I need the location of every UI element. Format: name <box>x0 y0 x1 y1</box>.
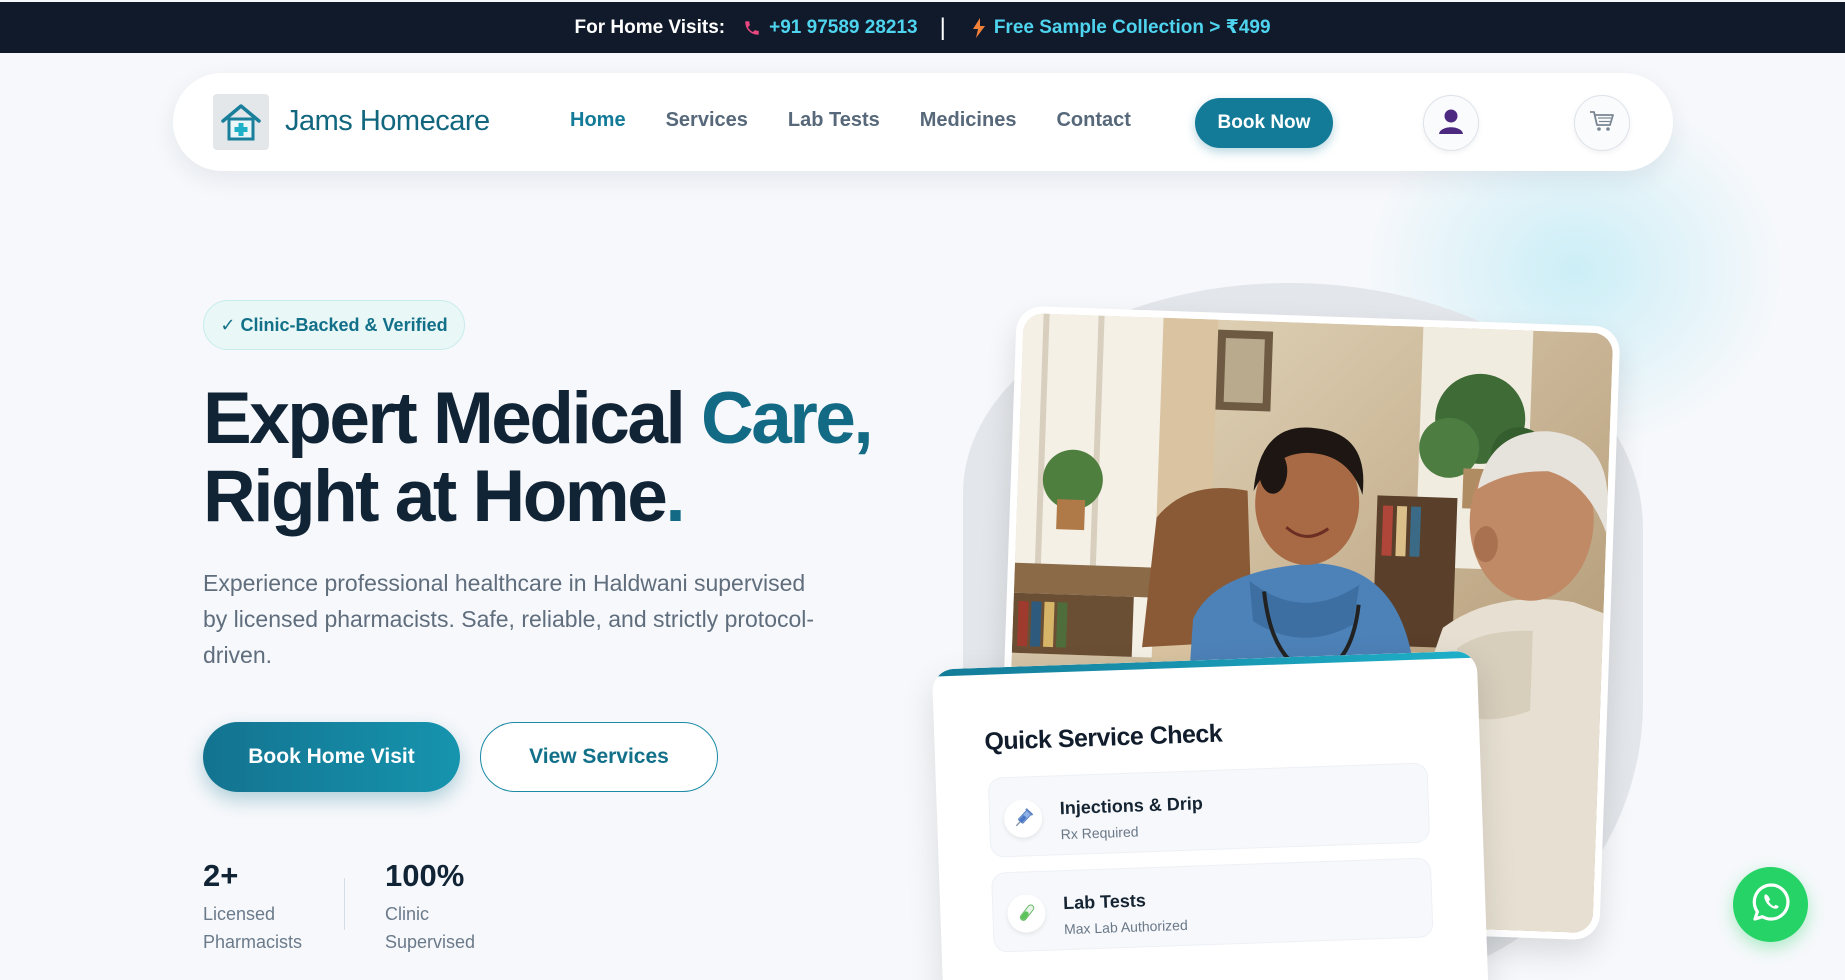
quick-service-item-title: Lab Tests <box>1062 890 1147 914</box>
syringe-icon <box>1003 798 1043 839</box>
stat-label: Clinic Supervised <box>385 900 475 956</box>
hero-title-line-1: Expert Medical Care, <box>203 378 874 459</box>
hero-title-word: Right <box>203 456 395 537</box>
hero-title-punctuation: . <box>665 456 685 537</box>
whatsapp-icon <box>1750 881 1792 928</box>
nav-link-lab-tests[interactable]: Lab Tests <box>788 109 880 132</box>
view-services-button[interactable]: View Services <box>480 722 718 792</box>
hero-title: Expert Medical Care, Right at Home. <box>203 378 874 536</box>
user-icon <box>1436 106 1466 141</box>
hero-title-line-2: Right at Home. <box>203 458 871 536</box>
stat-value: 2+ <box>203 858 239 893</box>
nav-link-medicines[interactable]: Medicines <box>920 109 1017 132</box>
quick-service-item-subtitle: Max Lab Authorized <box>1063 916 1188 938</box>
test-tube-icon <box>1006 893 1047 934</box>
bolt-icon <box>972 17 986 38</box>
main-navbar: Jams Homecare Home Services Lab Tests Me… <box>173 73 1673 171</box>
stat-pharmacists: 2+ Licensed Pharmacists <box>203 858 302 956</box>
stat-label: Licensed Pharmacists <box>203 900 302 956</box>
topbar-divider: | <box>939 13 946 41</box>
quick-service-item-title: Injections & Drip <box>1059 793 1204 819</box>
free-sample-promo-link[interactable]: Free Sample Collection > ₹499 <box>994 16 1271 39</box>
book-now-button[interactable]: Book Now <box>1195 98 1333 148</box>
quick-service-item-injections[interactable]: Injections & Drip Rx Required <box>987 762 1431 858</box>
user-profile-button[interactable] <box>1423 95 1479 151</box>
nav-link-home[interactable]: Home <box>570 109 626 132</box>
book-home-visit-button[interactable]: Book Home Visit <box>203 722 460 792</box>
quick-service-item-lab-tests[interactable]: Lab Tests Max Lab Authorized <box>991 857 1434 953</box>
hero-title-word: Home <box>472 456 667 537</box>
stat-value: 100% <box>385 858 465 893</box>
brand-name[interactable]: Jams Homecare <box>285 105 490 138</box>
nav-link-services[interactable]: Services <box>666 109 748 132</box>
stat-clinic-supervised: 100% Clinic Supervised <box>385 858 475 956</box>
quick-service-check-card: Quick Service Check Injections & Drip Rx… <box>931 650 1490 980</box>
hero-description: Experience professional healthcare in Ha… <box>203 570 815 668</box>
stat-label-line: Pharmacists <box>203 932 303 952</box>
stat-divider <box>344 878 345 930</box>
hero-title-accent-word: Care <box>701 378 856 459</box>
phone-icon <box>743 19 761 37</box>
hero-title-punctuation: , <box>853 378 873 459</box>
home-visits-label: For Home Visits: <box>574 16 726 38</box>
hero-title-word: at <box>394 456 473 537</box>
clinic-verified-badge: ✓ Clinic-Backed & Verified <box>203 300 465 350</box>
quick-service-item-subtitle: Rx Required <box>1060 823 1139 843</box>
stat-label-line: Clinic <box>385 904 430 924</box>
top-announcement-bar: For Home Visits: +91 97589 28213 | Free … <box>0 2 1845 53</box>
hero-title-word: Expert <box>203 378 433 459</box>
nav-link-contact[interactable]: Contact <box>1056 109 1130 132</box>
home-plus-logo-icon[interactable] <box>213 94 269 150</box>
cart-button[interactable] <box>1574 95 1630 151</box>
quick-service-title: Quick Service Check <box>983 719 1223 756</box>
cart-icon <box>1589 109 1615 138</box>
stat-label-line: Supervised <box>385 932 476 952</box>
stat-label-line: Licensed <box>203 904 276 924</box>
nav-links: Home Services Lab Tests Medicines Contac… <box>570 109 1131 132</box>
hero-title-word: Medical <box>432 378 702 459</box>
whatsapp-chat-button[interactable] <box>1733 867 1808 942</box>
phone-number-link[interactable]: +91 97589 28213 <box>769 17 917 39</box>
